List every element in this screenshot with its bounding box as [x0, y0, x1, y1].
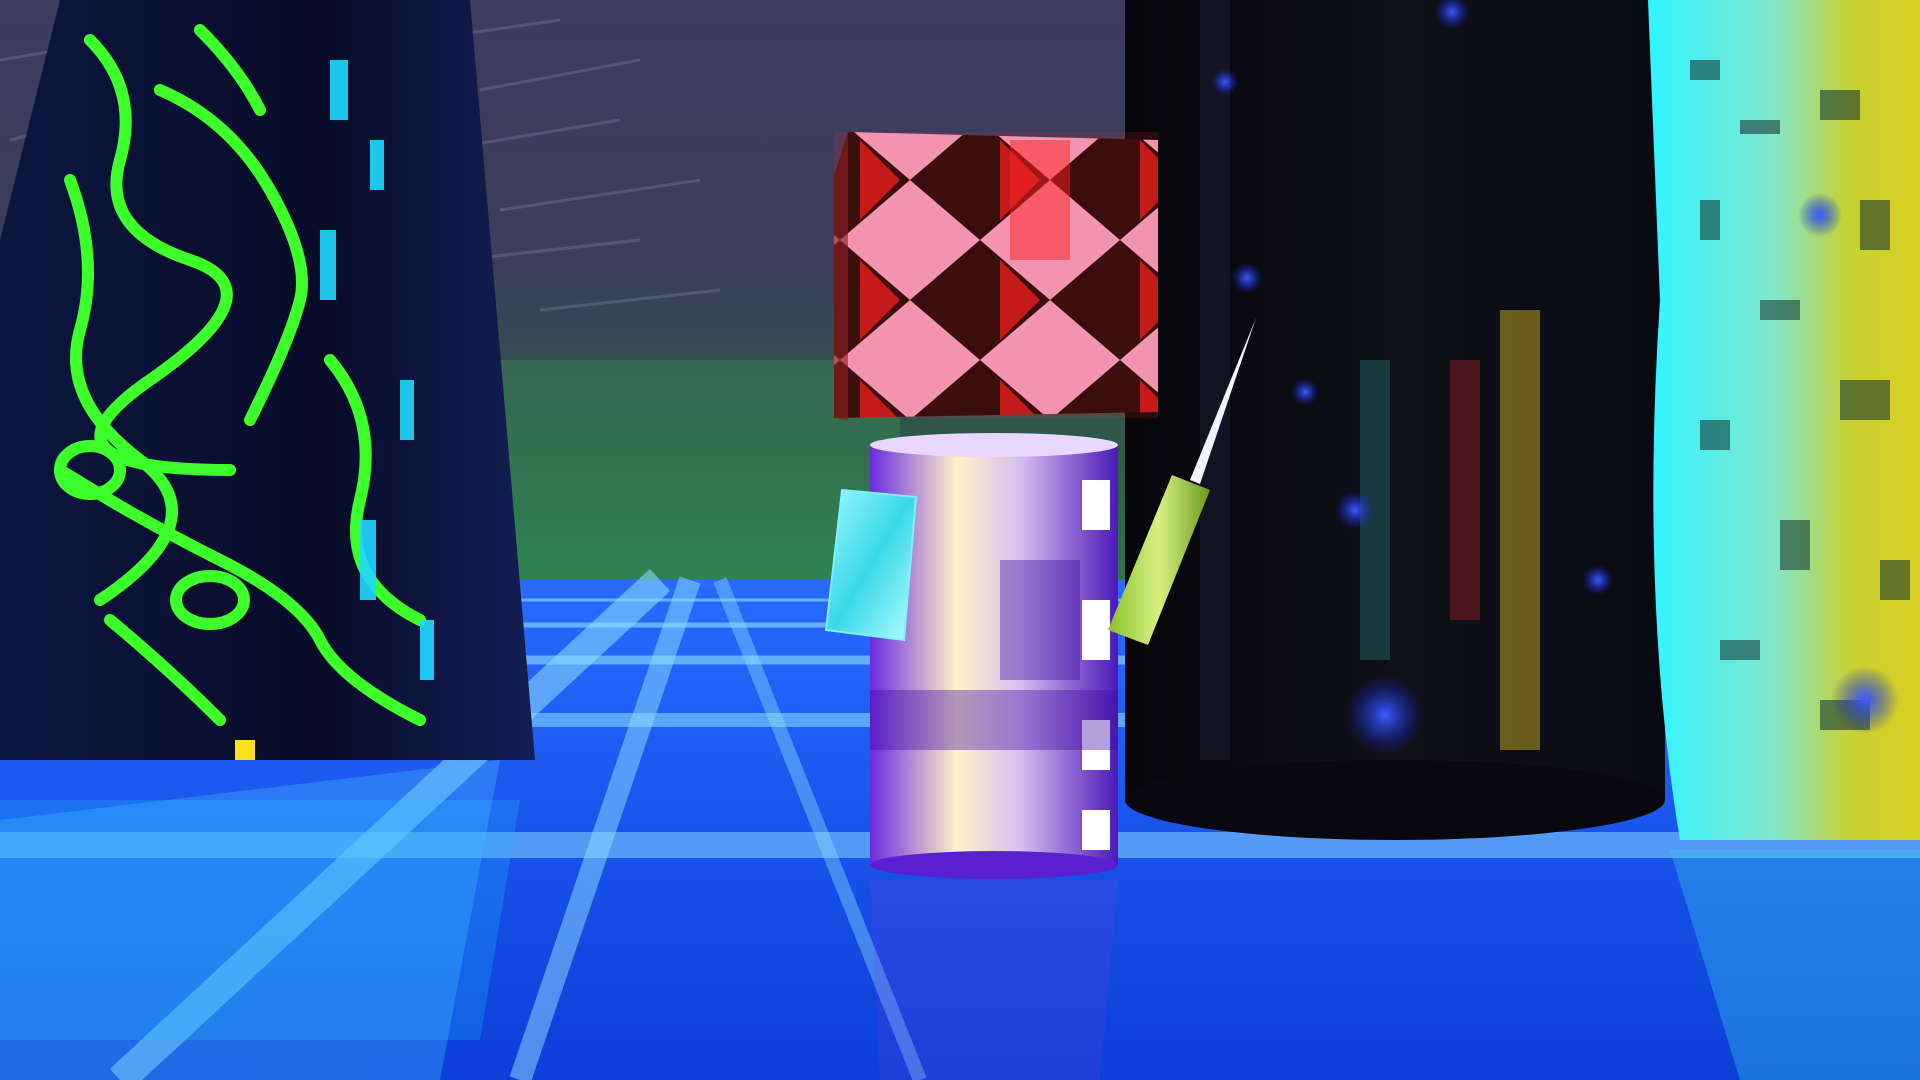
- orb: [1211, 68, 1239, 96]
- character-reflection: [870, 880, 1118, 1080]
- orb: [1798, 193, 1842, 237]
- orb: [1231, 262, 1263, 294]
- orb: [1345, 675, 1425, 755]
- orb: [1291, 378, 1319, 406]
- left-pillar-reflection: [0, 800, 520, 1040]
- orb: [1831, 666, 1899, 734]
- left-arm: [824, 488, 918, 642]
- orb: [1582, 564, 1614, 596]
- character-head: [834, 132, 1158, 420]
- orb: [1335, 490, 1375, 530]
- left-pillar: [0, 0, 535, 760]
- game-viewport[interactable]: [0, 0, 1920, 1080]
